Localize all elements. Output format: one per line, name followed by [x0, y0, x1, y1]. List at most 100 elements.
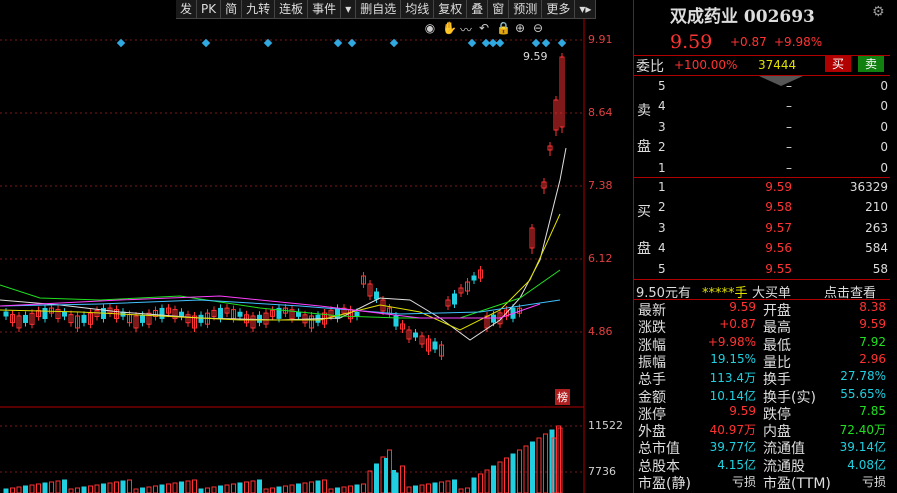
volume-bar	[426, 483, 431, 493]
event-marker-icon	[541, 38, 551, 48]
volume-bar	[484, 469, 490, 493]
volume-bar	[439, 481, 444, 493]
book-vol: 0	[880, 119, 888, 134]
zoom-out-icon[interactable]: ⊖	[532, 21, 544, 38]
volume-bar	[309, 481, 314, 493]
event-marker-icon	[495, 38, 505, 48]
book-lvl: 1	[658, 160, 666, 175]
volume-bar	[49, 481, 54, 493]
stat-v2: 9.59	[859, 317, 886, 332]
volume-bar	[257, 479, 262, 493]
toolbar-button[interactable]: 删自选	[356, 0, 402, 18]
volume-bar	[328, 488, 334, 493]
volume-bar	[504, 457, 509, 493]
stat-v1: 40.97万	[709, 423, 756, 438]
candle-body	[23, 314, 28, 323]
volume-bar	[75, 487, 80, 493]
volume-bar	[88, 485, 93, 493]
candle-body	[452, 293, 457, 305]
volume-bar	[146, 486, 152, 493]
volume-axis-label: 7736	[588, 465, 616, 478]
volume-bar	[140, 487, 145, 493]
candle-body	[491, 314, 496, 323]
volume-bar	[81, 486, 87, 493]
gear-icon[interactable]: ⚙	[872, 4, 885, 20]
toolbar-button[interactable]: 更多	[542, 0, 576, 18]
toolbar-button[interactable]: 九转	[242, 0, 276, 18]
volume-bar	[42, 482, 48, 493]
candle-body	[296, 311, 301, 317]
candle-body	[237, 311, 243, 317]
price-axis-label: 7.38	[588, 179, 613, 192]
volume-bar	[478, 473, 483, 493]
candle-body	[432, 341, 438, 350]
volume-bar	[179, 481, 184, 493]
volume-bar	[432, 482, 438, 493]
zoom-in-icon[interactable]: ⊕	[514, 21, 526, 38]
volume-bar	[445, 480, 451, 493]
volume-bar	[192, 479, 197, 493]
toolbar-button[interactable]: 事件	[308, 0, 342, 18]
volume-bar	[133, 488, 139, 493]
toolbar-button[interactable]: 连板	[275, 0, 309, 18]
candle-body	[374, 291, 379, 300]
stat-v1: 39.77亿	[709, 440, 756, 455]
toolbar-button[interactable]: PK	[197, 0, 222, 18]
stat-v2: 27.78%	[840, 369, 886, 384]
kline-chart[interactable]	[0, 0, 632, 493]
divider	[634, 55, 890, 56]
candle-body	[179, 311, 184, 317]
candle-body	[159, 307, 165, 319]
toolbar-button[interactable]: 预测	[509, 0, 543, 18]
hand-icon[interactable]: ✋	[442, 21, 457, 38]
lock-icon[interactable]: 🔒	[496, 21, 511, 38]
toolbar-button[interactable]: 发	[176, 0, 198, 18]
rank-tag[interactable]: 榜	[555, 389, 570, 405]
volume-bar	[510, 453, 516, 493]
volume-bar	[400, 465, 405, 493]
price-change: +0.87	[730, 35, 767, 49]
volume-bar	[198, 488, 204, 493]
volume-bar	[283, 485, 288, 493]
candle-body	[42, 308, 48, 320]
wave-icon[interactable]: 〰	[460, 21, 472, 38]
candle-body	[257, 314, 262, 323]
book-lvl: 5	[658, 261, 666, 276]
toolbar-button[interactable]: 复权	[434, 0, 468, 18]
buy-button[interactable]: 买	[825, 56, 851, 72]
sell-button[interactable]: 卖	[858, 56, 884, 72]
undo-icon[interactable]: ↶	[478, 21, 490, 38]
volume-bar	[465, 487, 470, 493]
toolbar-button[interactable]: 叠	[467, 0, 489, 18]
stat-v1: +9.98%	[707, 334, 756, 349]
book-price: –	[786, 99, 792, 114]
volume-bar	[127, 479, 132, 493]
toolbar-button[interactable]: 窗	[488, 0, 510, 18]
stat-v2: 亏损	[861, 475, 886, 489]
event-marker-icon	[557, 38, 567, 48]
volume-bar	[354, 484, 360, 493]
volume-bar	[36, 483, 41, 493]
candle-body	[471, 275, 477, 281]
toolbar-button[interactable]: ▾▸	[575, 0, 597, 18]
divider	[634, 177, 890, 178]
volume-bar	[302, 482, 308, 493]
volume-bar	[361, 483, 366, 493]
event-marker-icon	[347, 38, 357, 48]
volume-bar	[250, 480, 256, 493]
toolbar-button[interactable]: 简	[221, 0, 243, 18]
price-change-pct: +9.98%	[774, 35, 823, 49]
volume-bar	[530, 441, 535, 493]
volume-bar	[322, 479, 327, 493]
volume-bar	[263, 488, 269, 493]
volume-bar	[120, 480, 126, 493]
volume-bar	[159, 484, 165, 493]
eye-icon[interactable]: ◉	[424, 21, 436, 38]
toolbar-button[interactable]: ▾	[341, 0, 357, 18]
book-vol: 36329	[849, 180, 888, 194]
candle-body	[140, 314, 145, 323]
book-price: –	[786, 160, 792, 175]
stat-v2: 4.08亿	[847, 457, 886, 472]
kline-chart-panel[interactable]: 发 PK 简九转 连板 事件 ▾ 删自选 均线 复权叠窗预测 更多 ▾▸ ◉ ✋ 〰 ↶ 🔒 ⊕ ⊖ 9.91 …	[0, 0, 632, 493]
toolbar-button[interactable]: 均线	[401, 0, 435, 18]
